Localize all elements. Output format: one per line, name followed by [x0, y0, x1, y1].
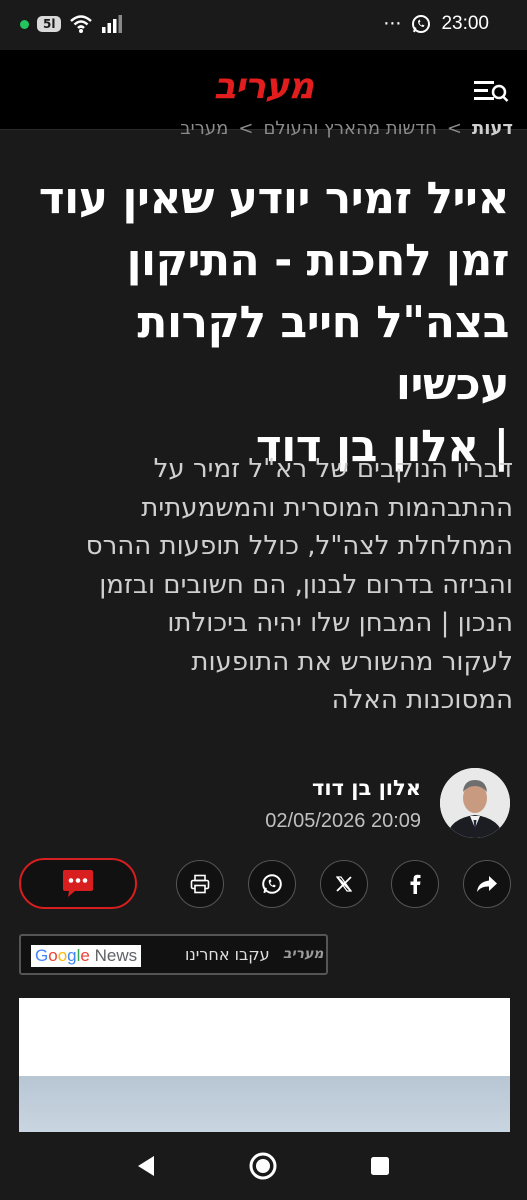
- author-name[interactable]: אלון בן דוד: [312, 776, 421, 800]
- headline-line: אייל זמיר יודע שאין עוד: [38, 173, 510, 224]
- headline-line: זמן לחכות - התיקון: [126, 235, 509, 286]
- subtitle-line: המסוכנות האלה: [331, 685, 513, 715]
- google-news-follow[interactable]: Google News עקבו אחרינו מעריב: [19, 934, 328, 975]
- comments-icon: [63, 869, 93, 897]
- google-news-brand: מעריב: [283, 946, 324, 962]
- article-photo[interactable]: [19, 1076, 510, 1132]
- article-image-container: [19, 998, 510, 1132]
- subtitle-line: המחלחלת לצה"ל, כולל תופעות ההרס: [85, 531, 513, 561]
- facebook-share-button[interactable]: [391, 860, 439, 908]
- x-share-button[interactable]: [320, 860, 368, 908]
- publish-date: 02/05/2026 20:09: [265, 810, 421, 832]
- facebook-icon: [410, 874, 421, 894]
- print-button[interactable]: [176, 860, 224, 908]
- status-left: 5l: [20, 14, 123, 34]
- breadcrumb-separator: >: [238, 118, 254, 139]
- google-news-logo: Google News: [31, 945, 142, 967]
- share-icon: [477, 876, 497, 892]
- share-button[interactable]: [463, 860, 511, 908]
- recents-button[interactable]: [364, 1150, 396, 1182]
- wifi-icon: [70, 15, 93, 33]
- google-news-follow-label: עקבו אחרינו: [185, 945, 270, 964]
- breadcrumb-item-home[interactable]: מעריב: [180, 118, 228, 139]
- back-triangle-icon: [138, 1156, 154, 1176]
- x-icon: [335, 876, 353, 892]
- author-avatar[interactable]: [440, 768, 510, 838]
- whatsapp-status-icon: [412, 15, 431, 33]
- comments-button[interactable]: [19, 858, 137, 909]
- article-subtitle: דבריו הנוקבים של רא"ל זמיר על ההתבהמות ה…: [20, 450, 513, 720]
- breadcrumb: מעריב > חדשות מהארץ והעולם > דעות: [180, 118, 513, 139]
- signal-icon: [102, 15, 123, 33]
- home-circle-icon: [249, 1152, 277, 1180]
- breadcrumb-separator: >: [446, 118, 462, 139]
- article-headline: אייל זמיר יודע שאין עוד זמן לחכות - התיק…: [20, 168, 510, 478]
- sim-badge: 5l: [37, 16, 62, 32]
- whatsapp-icon: [262, 874, 282, 894]
- search-menu-icon[interactable]: [470, 76, 510, 106]
- subtitle-line: והביזה בדרום לבנון, הם חשובים ובזמן: [99, 569, 513, 600]
- breadcrumb-item-opinions[interactable]: דעות: [472, 118, 513, 139]
- overflow-indicator: ···: [383, 13, 402, 35]
- status-time: 23:00: [441, 13, 489, 34]
- notification-dot-icon: [20, 19, 29, 29]
- subtitle-line: ההתבהמות המוסרית והמשמעתית: [141, 492, 513, 523]
- status-right: ··· 23:00: [383, 13, 489, 35]
- home-button[interactable]: [247, 1150, 279, 1182]
- headline-line: בצה"ל חייב לקרות עכשיו: [137, 297, 509, 410]
- system-nav-bar: [0, 1132, 527, 1200]
- subtitle-line: הנכון | המבחן שלו יהיה ביכולתו: [167, 608, 513, 638]
- author-photo-icon: [440, 768, 510, 838]
- whatsapp-share-button[interactable]: [248, 860, 296, 908]
- recents-square-icon: [371, 1157, 389, 1175]
- site-logo[interactable]: מעריב: [0, 66, 527, 107]
- status-bar: 5l ··· 23:00: [0, 0, 527, 50]
- breadcrumb-item-news[interactable]: חדשות מהארץ והעולם: [263, 118, 436, 139]
- subtitle-line: דבריו הנוקבים של רא"ל זמיר על: [153, 454, 513, 484]
- subtitle-line: לעקור מהשורש את התופעות: [191, 646, 513, 677]
- back-button[interactable]: [130, 1150, 162, 1182]
- print-icon: [190, 874, 210, 894]
